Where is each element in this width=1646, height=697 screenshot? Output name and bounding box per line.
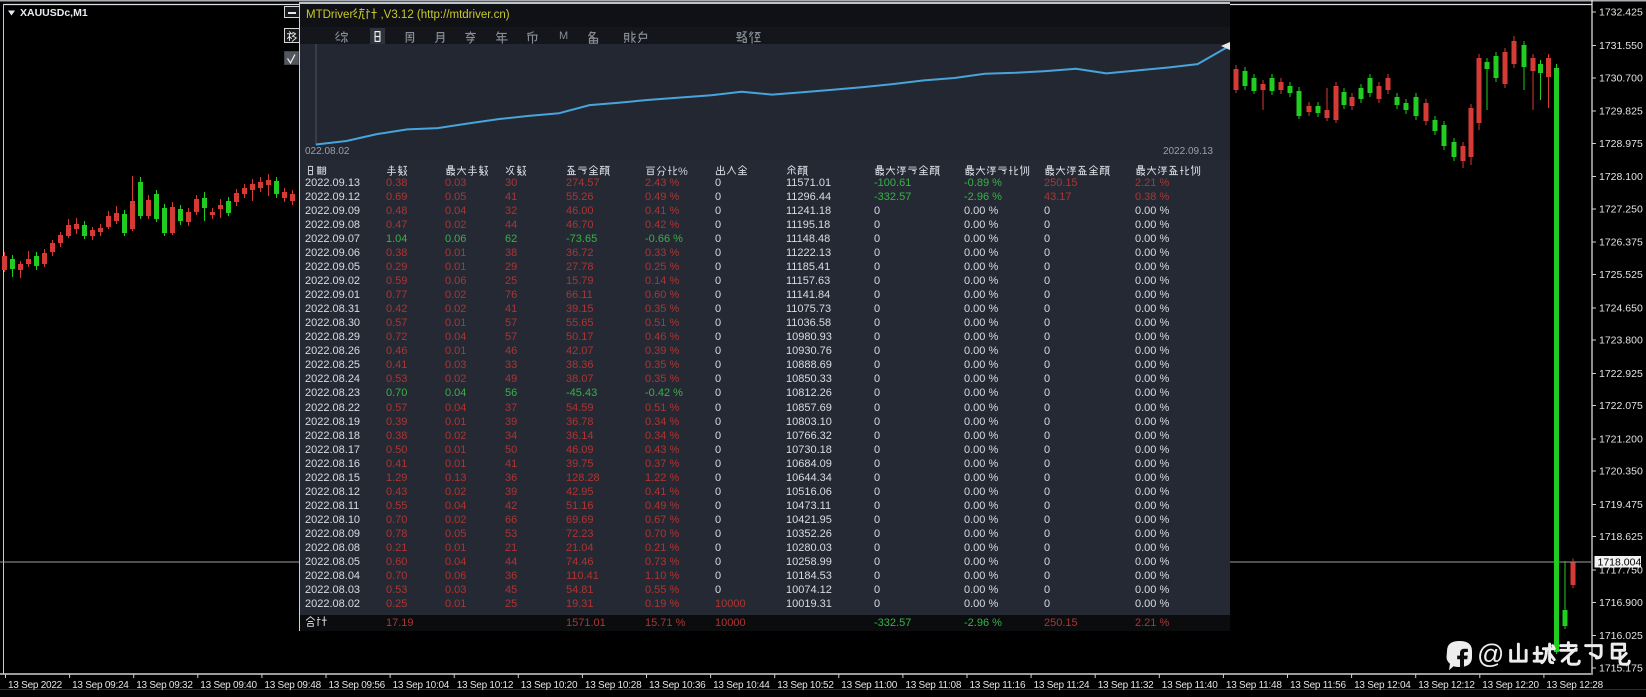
svg-text:1718.625: 1718.625 (1599, 531, 1643, 543)
svg-text:13 Sep 09:32: 13 Sep 09:32 (136, 680, 193, 691)
svg-text:13 Sep 11:40: 13 Sep 11:40 (1162, 680, 1218, 691)
svg-text:13 Sep 12:28: 13 Sep 12:28 (1546, 680, 1603, 691)
svg-text:13 Sep 11:24: 13 Sep 11:24 (1034, 680, 1090, 691)
svg-text:1728.100: 1728.100 (1599, 171, 1643, 183)
svg-text:13 Sep 11:08: 13 Sep 11:08 (905, 680, 961, 691)
svg-text:1728.975: 1728.975 (1599, 138, 1643, 150)
svg-text:1720.350: 1720.350 (1599, 466, 1643, 478)
svg-text:13 Sep 11:32: 13 Sep 11:32 (1098, 680, 1154, 691)
svg-text:13 Sep 10:44: 13 Sep 10:44 (713, 680, 770, 691)
svg-text:1725.525: 1725.525 (1599, 269, 1643, 281)
svg-text:1727.250: 1727.250 (1599, 204, 1643, 216)
svg-text:13 Sep 2022: 13 Sep 2022 (8, 680, 63, 691)
svg-text:1716.900: 1716.900 (1599, 597, 1643, 609)
svg-text:1723.800: 1723.800 (1599, 335, 1643, 347)
svg-text:1718.004: 1718.004 (1598, 556, 1642, 568)
svg-text:13 Sep 09:48: 13 Sep 09:48 (264, 680, 321, 691)
svg-text:1722.925: 1722.925 (1599, 368, 1643, 380)
svg-text:1722.075: 1722.075 (1599, 400, 1643, 412)
svg-text:13 Sep 10:20: 13 Sep 10:20 (521, 680, 578, 691)
svg-text:13 Sep 11:16: 13 Sep 11:16 (970, 680, 1026, 691)
svg-text:13 Sep 09:24: 13 Sep 09:24 (72, 680, 129, 691)
svg-text:1724.650: 1724.650 (1599, 303, 1643, 315)
svg-text:13 Sep 10:36: 13 Sep 10:36 (649, 680, 706, 691)
svg-text:13 Sep 09:56: 13 Sep 09:56 (329, 680, 386, 691)
svg-text:@: @ (1477, 639, 1504, 669)
svg-text:1732.425: 1732.425 (1599, 7, 1643, 19)
svg-text:13 Sep 12:12: 13 Sep 12:12 (1418, 680, 1475, 691)
svg-text:13 Sep 10:04: 13 Sep 10:04 (393, 680, 450, 691)
svg-text:1719.475: 1719.475 (1599, 499, 1643, 511)
svg-text:13 Sep 12:04: 13 Sep 12:04 (1354, 680, 1411, 691)
svg-text:13 Sep 10:12: 13 Sep 10:12 (457, 680, 514, 691)
svg-text:022.08.02: 022.08.02 (305, 146, 350, 157)
svg-text:2022.09.13: 2022.09.13 (1163, 146, 1213, 157)
svg-text:1726.375: 1726.375 (1599, 237, 1643, 249)
svg-text:13 Sep 10:52: 13 Sep 10:52 (777, 680, 834, 691)
svg-text:1716.025: 1716.025 (1599, 630, 1643, 642)
svg-text:13 Sep 11:00: 13 Sep 11:00 (841, 680, 897, 691)
svg-text:1731.550: 1731.550 (1599, 40, 1643, 52)
svg-text:1721.200: 1721.200 (1599, 434, 1643, 446)
svg-text:13 Sep 11:56: 13 Sep 11:56 (1290, 680, 1346, 691)
svg-text:1729.825: 1729.825 (1599, 106, 1643, 118)
svg-text:13 Sep 12:20: 13 Sep 12:20 (1482, 680, 1539, 691)
svg-text:13 Sep 11:48: 13 Sep 11:48 (1226, 680, 1282, 691)
svg-text:1730.700: 1730.700 (1599, 73, 1643, 85)
svg-text:13 Sep 10:28: 13 Sep 10:28 (585, 680, 642, 691)
svg-text:13 Sep 09:40: 13 Sep 09:40 (200, 680, 257, 691)
